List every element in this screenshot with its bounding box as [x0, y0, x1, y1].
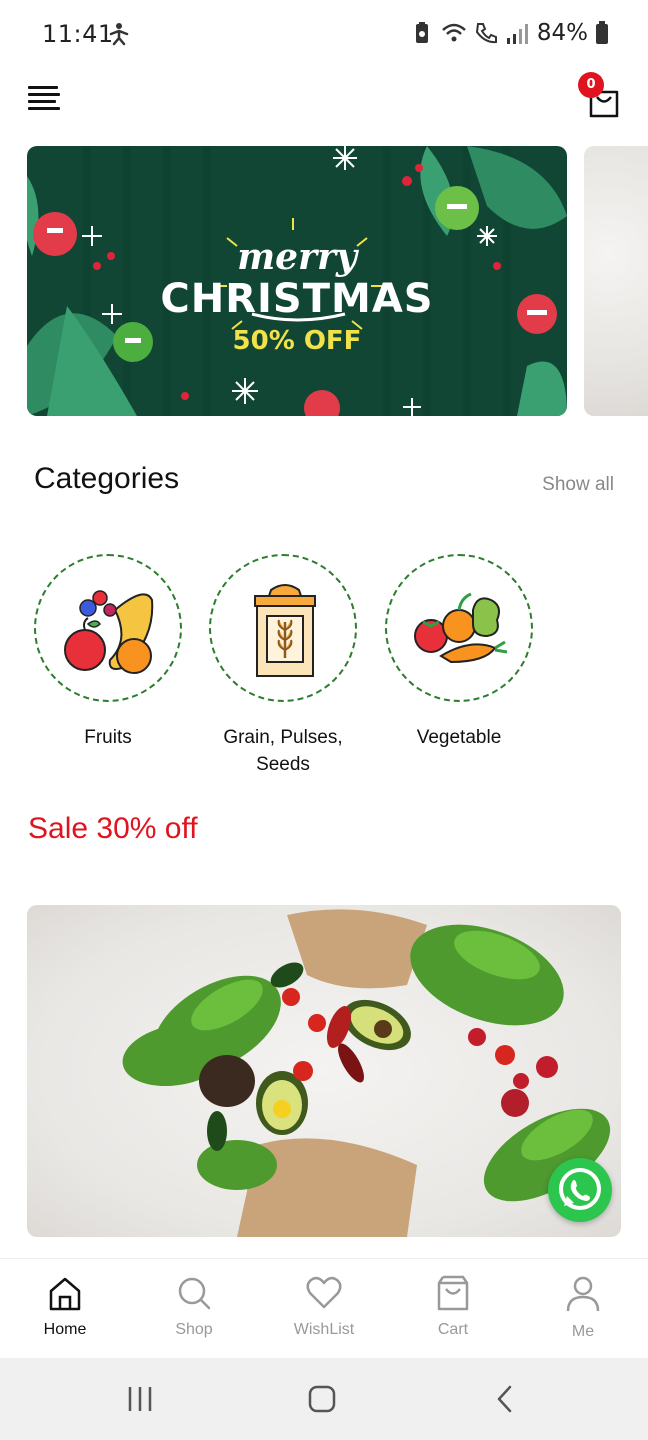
- menu-button[interactable]: [28, 86, 64, 114]
- app-header: 0: [0, 70, 648, 140]
- show-all-link[interactable]: Show all: [542, 474, 614, 496]
- nav-me[interactable]: Me: [533, 1275, 633, 1341]
- status-bar: 11:41 84%: [0, 0, 648, 70]
- nav-label: Home: [43, 1321, 87, 1338]
- fruits-icon: [64, 590, 154, 674]
- heart-icon: [306, 1276, 342, 1309]
- banner-christmas-text: CHRISTMAS: [160, 276, 434, 322]
- next-banner-peek[interactable]: [584, 146, 648, 416]
- vegetables-icon: [414, 592, 508, 664]
- category-grain-pulses-seeds[interactable]: Grain, Pulses, Seeds: [208, 554, 358, 778]
- call-icon: [475, 23, 497, 44]
- battery-icon: [596, 21, 608, 44]
- category-vegetable[interactable]: Vegetable: [384, 554, 534, 751]
- bottom-nav: Home Shop WishList Cart Me: [0, 1258, 648, 1358]
- banner-offer-text: 50% OFF: [232, 326, 362, 356]
- nav-shop[interactable]: Shop: [144, 1275, 244, 1339]
- nav-label: Cart: [437, 1321, 469, 1338]
- system-nav-bar: [0, 1358, 648, 1440]
- nav-label: WishList: [293, 1321, 355, 1338]
- category-label: Fruits: [84, 727, 132, 748]
- battery-saver-icon: [415, 22, 428, 43]
- grain-sack-icon: [254, 584, 316, 677]
- back-icon[interactable]: [490, 1384, 520, 1414]
- search-icon: [178, 1277, 211, 1310]
- christmas-banner[interactable]: merry CHRISTMAS 50% OFF: [27, 146, 567, 416]
- cart-badge: 0: [578, 72, 604, 98]
- signal-icon: [506, 24, 528, 44]
- battery-percentage: 84%: [536, 20, 588, 46]
- wifi-icon: [442, 23, 466, 42]
- category-circle: [209, 554, 357, 702]
- category-label: Vegetable: [416, 727, 502, 748]
- category-label: Grain, Pulses, Seeds: [223, 727, 343, 775]
- nav-label: Shop: [175, 1321, 213, 1338]
- home-button-icon[interactable]: [307, 1384, 337, 1414]
- shopping-bag-icon: [437, 1275, 469, 1311]
- category-fruits[interactable]: Fruits: [33, 554, 183, 751]
- sale-promo-image[interactable]: [27, 905, 621, 1237]
- nav-cart[interactable]: Cart: [403, 1275, 503, 1339]
- categories-title: Categories: [34, 462, 180, 495]
- status-indicators: 84%: [409, 20, 610, 46]
- vegetables-photo: [122, 909, 611, 1237]
- sale-title: Sale 30% off: [28, 812, 198, 845]
- nav-wishlist[interactable]: WishList: [274, 1275, 374, 1339]
- recent-apps-icon[interactable]: [125, 1384, 155, 1414]
- banner-merry-text: merry: [237, 236, 357, 278]
- accessibility-icon: [109, 23, 129, 46]
- user-icon: [566, 1276, 600, 1312]
- home-icon: [49, 1277, 81, 1311]
- whatsapp-icon: [559, 1168, 601, 1210]
- category-circle: [34, 554, 182, 702]
- nav-label: Me: [571, 1323, 595, 1340]
- nav-home[interactable]: Home: [15, 1275, 115, 1339]
- status-time: 11:41: [42, 20, 114, 48]
- whatsapp-button[interactable]: [548, 1158, 612, 1222]
- category-circle: [385, 554, 533, 702]
